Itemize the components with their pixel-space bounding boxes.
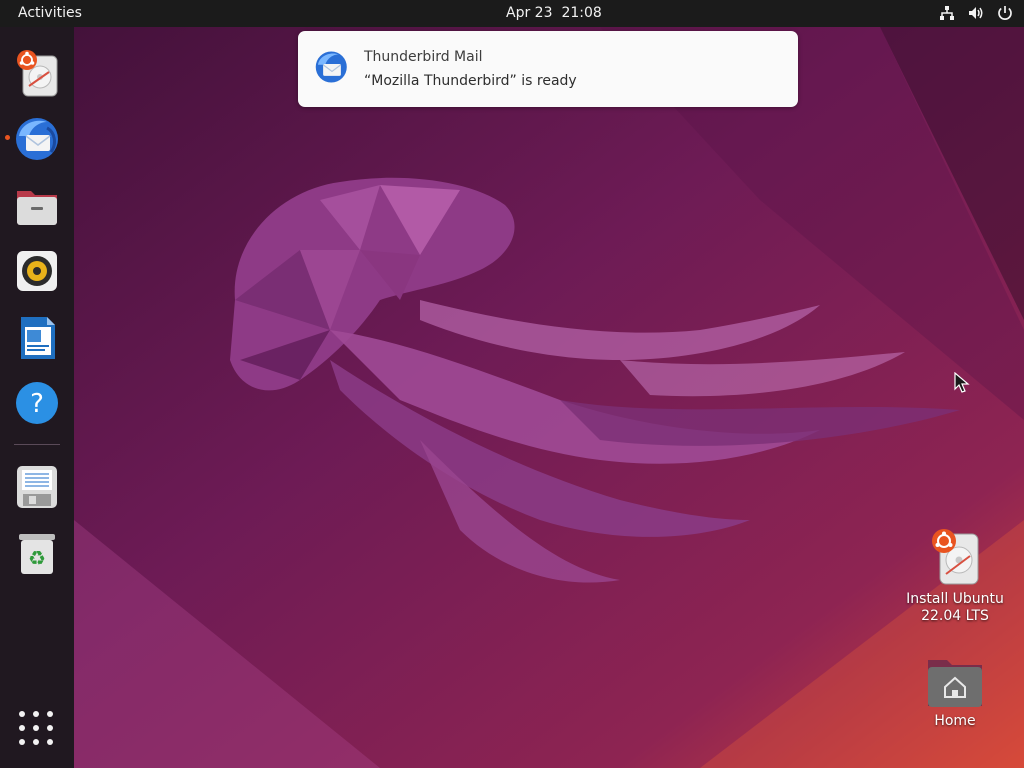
files-icon xyxy=(17,191,57,225)
help-icon: ? xyxy=(16,382,58,424)
running-indicator xyxy=(5,135,10,140)
svg-text:♻: ♻ xyxy=(28,546,46,570)
top-bar: Activities Apr 23 21:08 xyxy=(0,0,1024,27)
disk-icon xyxy=(17,466,57,508)
dock-item-disk[interactable] xyxy=(12,461,62,511)
dock: ? ♻ xyxy=(0,27,74,768)
home-folder-icon xyxy=(928,660,982,707)
trash-icon: ♻ xyxy=(19,534,55,574)
desktop-icon-install-ubuntu[interactable]: Install Ubuntu 22.04 LTS xyxy=(900,528,1010,625)
network-icon[interactable] xyxy=(938,4,956,22)
desktop-icon-label: 22.04 LTS xyxy=(921,608,989,624)
dock-item-writer[interactable] xyxy=(12,312,62,362)
desktop[interactable]: Activities Apr 23 21:08 ? ♻ Thunderbird … xyxy=(0,0,1024,768)
volume-icon[interactable] xyxy=(967,4,985,22)
dock-item-installer[interactable] xyxy=(12,47,62,97)
desktop-icon-label: Install Ubuntu xyxy=(906,591,1004,607)
desktop-icon-label: Home xyxy=(934,713,976,729)
dock-item-help[interactable]: ? xyxy=(12,378,62,428)
clock-time: 21:08 xyxy=(561,5,602,21)
dock-item-trash[interactable]: ♻ xyxy=(12,527,62,577)
dock-item-rhythmbox[interactable] xyxy=(12,246,62,296)
activities-button[interactable]: Activities xyxy=(18,5,82,21)
clock-button[interactable]: Apr 23 21:08 xyxy=(506,5,611,21)
mouse-pointer-icon xyxy=(954,372,970,393)
show-applications-button[interactable] xyxy=(19,711,53,745)
installer-icon xyxy=(17,50,58,97)
rhythmbox-icon xyxy=(17,251,57,291)
thunderbird-icon xyxy=(16,118,58,160)
notification-message: “Mozilla Thunderbird” is ready xyxy=(364,73,577,89)
notification-banner[interactable]: Thunderbird Mail “Mozilla Thunderbird” i… xyxy=(298,31,798,107)
notification-title: Thunderbird Mail xyxy=(364,49,483,65)
writer-icon xyxy=(21,317,55,359)
dock-item-files[interactable] xyxy=(12,180,62,230)
desktop-icon-home[interactable]: Home xyxy=(900,654,1010,730)
dock-item-thunderbird[interactable] xyxy=(5,113,62,163)
svg-text:?: ? xyxy=(30,389,44,419)
clock-date: Apr 23 xyxy=(506,5,553,21)
power-icon[interactable] xyxy=(996,4,1014,22)
system-tray[interactable] xyxy=(938,4,1014,22)
dock-separator xyxy=(14,444,60,445)
thunderbird-icon xyxy=(315,51,347,83)
wallpaper xyxy=(0,0,1024,768)
installer-icon xyxy=(932,529,979,585)
